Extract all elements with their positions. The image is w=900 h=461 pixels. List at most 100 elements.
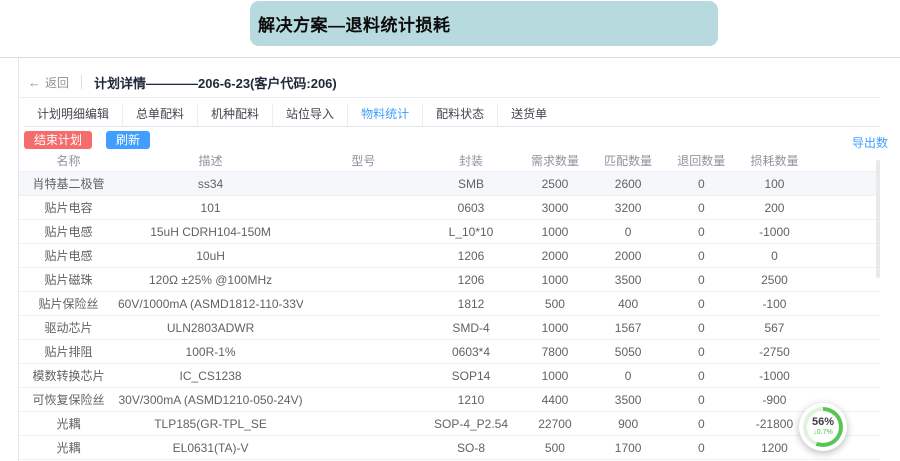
- table-cell: SMD-4: [424, 316, 519, 340]
- tab-delivery-note[interactable]: 送货单: [498, 104, 560, 126]
- table-cell: 1210: [424, 388, 519, 412]
- table-cell: 3000: [518, 196, 591, 220]
- table-row[interactable]: 贴片电感15uH CDRH104-150ML_10*10100000-1000: [19, 220, 880, 244]
- plan-header: ← 返回 计划详情————206-6-23(客户代码:206): [28, 73, 337, 91]
- table-cell: [303, 196, 424, 220]
- table-cell: 贴片排阻: [19, 340, 118, 364]
- table-cell: ULN2803ADWR: [118, 316, 303, 340]
- table-cell: 0: [592, 220, 665, 244]
- table-cell: ss34: [118, 172, 303, 196]
- table-cell: [303, 412, 424, 436]
- table-cell: [303, 436, 424, 460]
- table-row[interactable]: 贴片保险丝60V/1000mA (ASMD1812-110-33V)181250…: [19, 292, 880, 316]
- table-cell: 贴片磁珠: [19, 268, 118, 292]
- table-cell: [303, 292, 424, 316]
- table-cell: 0: [665, 220, 738, 244]
- table-cell: 肖特基二极管: [19, 172, 118, 196]
- toolbar: 结束计划 刷新: [24, 131, 150, 149]
- table-cell: 0603*4: [424, 340, 519, 364]
- page-title-banner: 解决方案—退料统计损耗: [250, 1, 718, 46]
- column-header: 名称: [19, 150, 118, 172]
- table-cell: 0: [738, 244, 811, 268]
- table-cell: [811, 292, 880, 316]
- tab-material-statistics[interactable]: 物料统计: [348, 104, 423, 126]
- table-cell: 7800: [518, 340, 591, 364]
- table-cell: TLP185(GR-TPL_SE: [118, 412, 303, 436]
- table-cell: 1206: [424, 268, 519, 292]
- table-cell: 400: [592, 292, 665, 316]
- table-cell: 0: [665, 196, 738, 220]
- table-cell: 1000: [518, 220, 591, 244]
- plan-detail-title: 计划详情————206-6-23(客户代码:206): [94, 73, 337, 92]
- table-cell: 贴片保险丝: [19, 292, 118, 316]
- table-cell: 0: [665, 316, 738, 340]
- table-cell: 15uH CDRH104-150M: [118, 220, 303, 244]
- gauge-percent: 56%: [812, 417, 834, 428]
- back-button[interactable]: ← 返回: [28, 74, 69, 91]
- table-cell: 0: [665, 340, 738, 364]
- table-cell: [811, 172, 880, 196]
- table-cell: SMB: [424, 172, 519, 196]
- table-cell: [811, 340, 880, 364]
- table-cell: [303, 364, 424, 388]
- table-row[interactable]: 可恢复保险丝30V/300mA (ASMD1210-050-24V)121044…: [19, 388, 880, 412]
- table-cell: SO-8: [424, 436, 519, 460]
- header-divider: [19, 97, 880, 98]
- table-row[interactable]: 光耦EL0631(TA)-VSO-8500170001200: [19, 436, 880, 460]
- table-cell: 贴片电感: [19, 220, 118, 244]
- table-cell: 光耦: [19, 412, 118, 436]
- table-cell: 120Ω ±25% @100MHz: [118, 268, 303, 292]
- table-cell: 1812: [424, 292, 519, 316]
- table-cell: 0603: [424, 196, 519, 220]
- table-cell: 2000: [518, 244, 591, 268]
- table-cell: 200: [738, 196, 811, 220]
- table-cell: 10uH: [118, 244, 303, 268]
- table-row[interactable]: 驱动芯片ULN2803ADWRSMD-4100015670567: [19, 316, 880, 340]
- table-row[interactable]: 肖特基二极管ss34SMB250026000100: [19, 172, 880, 196]
- table-cell: [811, 244, 880, 268]
- page-title: 解决方案—退料统计损耗: [258, 11, 451, 36]
- table-cell: 60V/1000mA (ASMD1812-110-33V): [118, 292, 303, 316]
- table-row[interactable]: 贴片电感10uH12062000200000: [19, 244, 880, 268]
- table-cell: 0: [665, 388, 738, 412]
- table-cell: [303, 388, 424, 412]
- tab-material-status[interactable]: 配料状态: [423, 104, 498, 126]
- table-cell: 1000: [518, 316, 591, 340]
- table-cell: 567: [738, 316, 811, 340]
- table-row[interactable]: 贴片排阻100R-1%0603*4780050500-2750: [19, 340, 880, 364]
- table-row[interactable]: 模数转换芯片IC_CS1238SOP14100000-1000: [19, 364, 880, 388]
- table-cell: 4400: [518, 388, 591, 412]
- export-data-link[interactable]: 导出数: [852, 134, 888, 151]
- column-header: 损耗数量: [738, 150, 811, 172]
- top-divider: [0, 57, 900, 58]
- tab-plan-detail-edit[interactable]: 计划明细编辑: [24, 104, 123, 126]
- tab-total-order-material[interactable]: 总单配料: [123, 104, 198, 126]
- table-cell: SOP-4_P2.54: [424, 412, 519, 436]
- table-row[interactable]: 贴片磁珠120Ω ±25% @100MHz12061000350002500: [19, 268, 880, 292]
- refresh-button[interactable]: 刷新: [106, 131, 150, 149]
- table-cell: 900: [592, 412, 665, 436]
- tab-machine-material[interactable]: 机种配料: [198, 104, 273, 126]
- progress-gauge: 56% ↓0.7%: [799, 403, 847, 451]
- column-header: 需求数量: [518, 150, 591, 172]
- table-cell: -1000: [738, 220, 811, 244]
- header-separator: [81, 75, 82, 89]
- column-header: 匹配数量: [592, 150, 665, 172]
- table-cell: 3200: [592, 196, 665, 220]
- table-row[interactable]: 光耦TLP185(GR-TPL_SESOP-4_P2.54227009000-2…: [19, 412, 880, 436]
- column-header: 退回数量: [665, 150, 738, 172]
- column-header: 封装: [424, 150, 519, 172]
- table-row[interactable]: 贴片电容1010603300032000200: [19, 196, 880, 220]
- tab-station-import[interactable]: 站位导入: [273, 104, 348, 126]
- table-cell: [303, 220, 424, 244]
- table-cell: 30V/300mA (ASMD1210-050-24V): [118, 388, 303, 412]
- column-header: 型号: [303, 150, 424, 172]
- gauge-ring: 56% ↓0.7%: [803, 407, 843, 447]
- end-plan-button[interactable]: 结束计划: [24, 131, 92, 149]
- gauge-delta: ↓0.7%: [813, 428, 832, 437]
- table-cell: 1567: [592, 316, 665, 340]
- table-cell: 0: [665, 268, 738, 292]
- table-cell: 0: [665, 364, 738, 388]
- table-cell: 0: [592, 364, 665, 388]
- scrollbar-thumb[interactable]: [876, 160, 880, 278]
